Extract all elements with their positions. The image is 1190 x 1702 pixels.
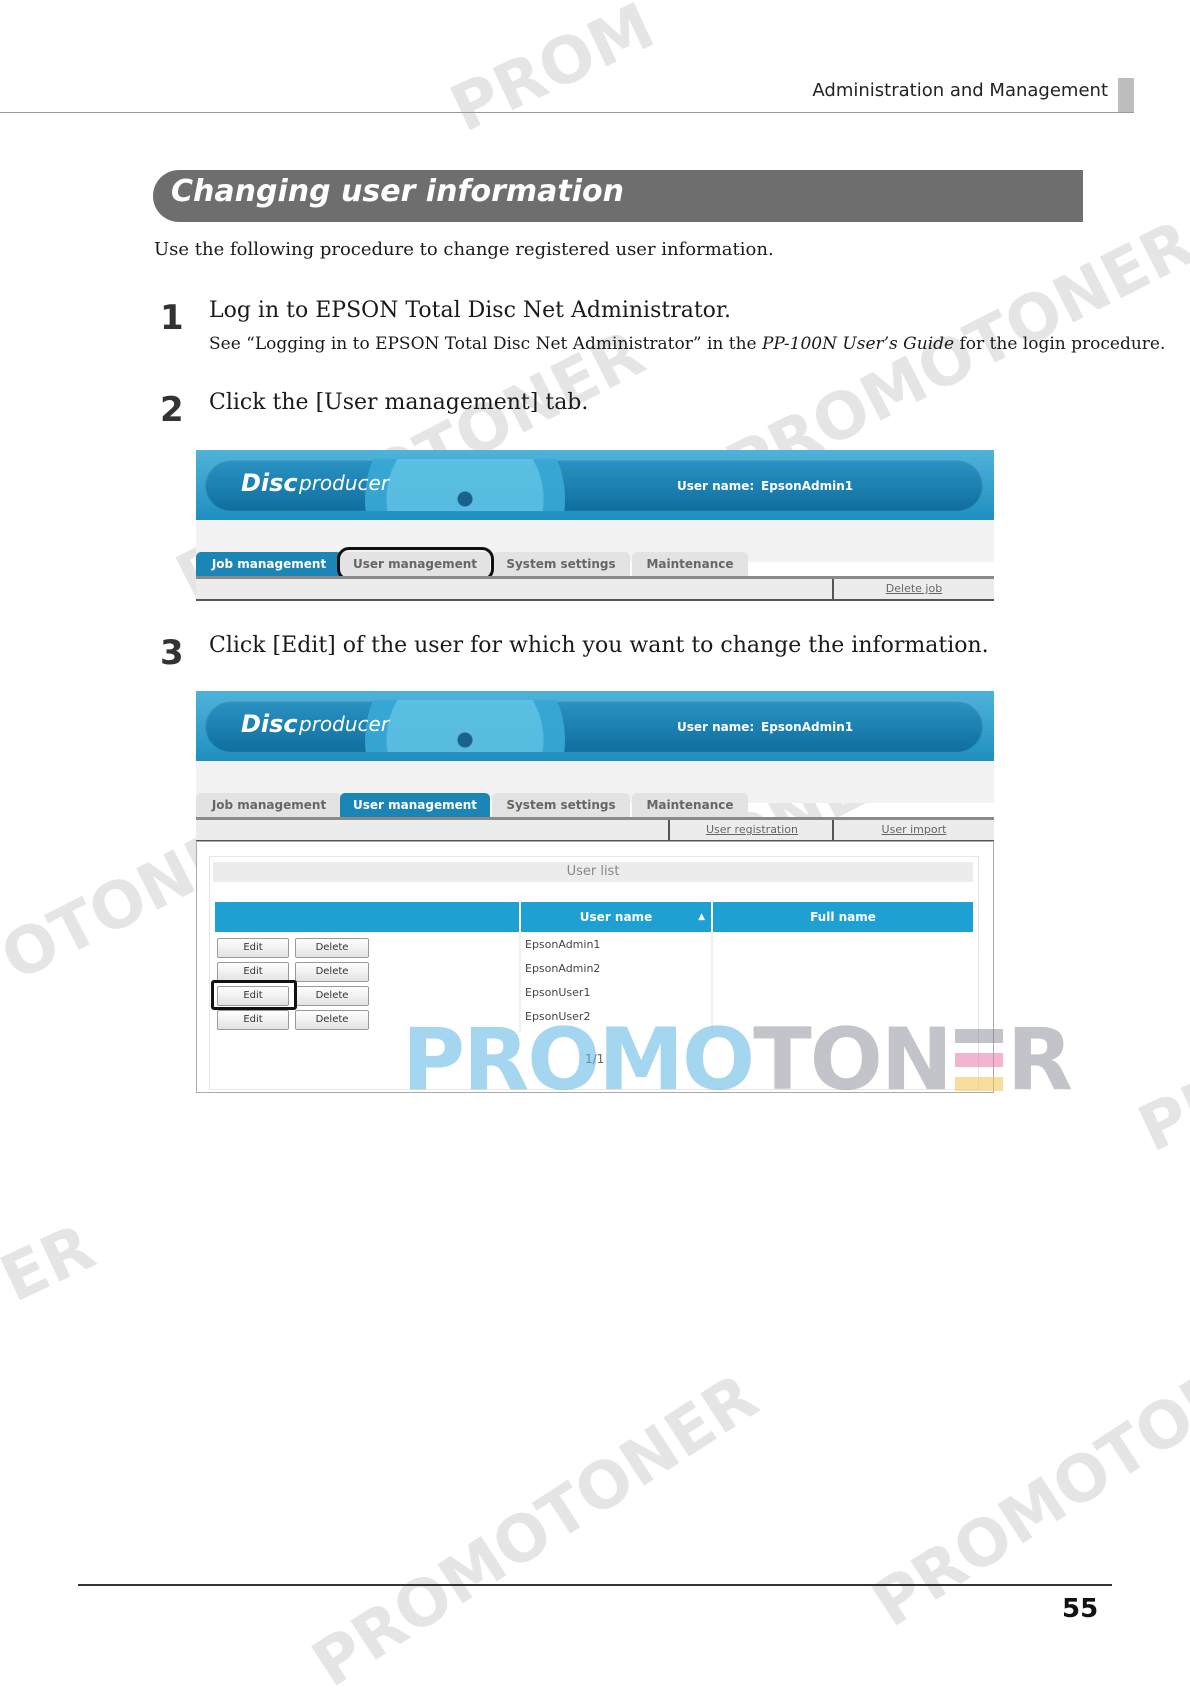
step-subtext-part: See “Logging in to EPSON Total Disc Net … [209,334,762,354]
user-name-value: EpsonAdmin1 [761,720,854,734]
tab-job-management[interactable]: Job management [196,552,342,576]
watermark-text: PROM [440,0,666,148]
tab-maintenance[interactable]: Maintenance [632,552,748,576]
tab-maintenance[interactable]: Maintenance [632,793,748,817]
app-header-bar: Disc producer User name: EpsonAdmin1 [205,459,983,511]
column-label: User name [579,910,653,924]
section-title: Changing user information [171,174,625,209]
header-rule [0,112,1134,113]
page-header-title: Administration and Management [812,80,1108,101]
delete-job-link[interactable]: Delete job [832,579,994,599]
app-header: Disc producer User name: EpsonAdmin1 [196,450,994,520]
app-logo-disc: Disc [241,710,298,738]
edit-button[interactable]: Edit [217,938,289,958]
tab-system-settings[interactable]: System settings [492,552,630,576]
watermark-text: ER [0,1210,106,1318]
step-text: Log in to EPSON Total Disc Net Administr… [209,298,732,323]
user-name-value: EpsonAdmin1 [761,479,854,493]
disc-graphic [365,459,565,511]
header-tab-marker [1118,78,1134,112]
sort-ascending-icon: ▲ [698,912,705,922]
delete-button[interactable]: Delete [295,986,369,1006]
watermark-e-glyph [954,1029,1003,1091]
user-import-link[interactable]: User import [832,820,994,840]
step-number: 2 [160,390,184,430]
app-header: Disc producer User name: EpsonAdmin1 [196,691,994,761]
step-text: Click the [User management] tab. [209,390,589,415]
user-name-cell: EpsonAdmin1 [525,938,601,951]
delete-button[interactable]: Delete [295,938,369,958]
step-text: Click [Edit] of the user for which you w… [209,633,989,658]
user-name-label: User name: [677,720,755,734]
footer-rule [78,1584,1112,1586]
page-number: 55 [1062,1594,1099,1624]
app-logo-disc: Disc [241,469,298,497]
promotoner-watermark: PROMOTON R [402,1010,1073,1110]
delete-button[interactable]: Delete [295,1010,369,1030]
section-banner: Changing user information [153,170,1083,222]
user-list-title: User list [213,862,973,882]
tab-user-management[interactable]: User management [340,793,490,817]
disc-graphic [365,700,565,752]
watermark-text: PROMOTONER [860,1300,1190,1643]
edit-button[interactable]: Edit [217,962,289,982]
watermark-part: R [1006,1010,1073,1110]
guide-title: PP-100N User’s Guide [761,334,955,354]
step-number: 3 [160,633,184,673]
step-subtext: See “Logging in to EPSON Total Disc Net … [209,334,1165,354]
watermark-part: TON [753,1010,953,1110]
user-name-column-header[interactable]: User name ▲ [521,902,711,932]
app-logo-producer: producer [299,471,390,495]
watermark-part: PROMO [402,1010,755,1110]
delete-button[interactable]: Delete [295,962,369,982]
full-name-column-header[interactable]: Full name [713,902,973,932]
user-registration-link[interactable]: User registration [668,820,834,840]
app-logo-producer: producer [299,712,390,736]
actions-column-header [215,902,519,932]
watermark-text: PR [1128,1059,1190,1168]
step-number: 1 [160,298,184,338]
user-name-cell: EpsonUser1 [525,986,591,999]
app-header-bar: Disc producer User name: EpsonAdmin1 [205,700,983,752]
tab-system-settings[interactable]: System settings [492,793,630,817]
intro-text: Use the following procedure to change re… [154,239,774,260]
user-name-label: User name: [677,479,755,493]
edit-button[interactable]: Edit [217,1010,289,1030]
screenshot-user-management-tab: Disc producer User name: EpsonAdmin1 Job… [196,450,994,612]
user-name-cell: EpsonAdmin2 [525,962,601,975]
highlight-ring [211,980,297,1010]
step-subtext-part: for the login procedure. [954,334,1166,354]
tab-job-management[interactable]: Job management [196,793,342,817]
watermark-text: PROMOTONER [300,1360,771,1702]
